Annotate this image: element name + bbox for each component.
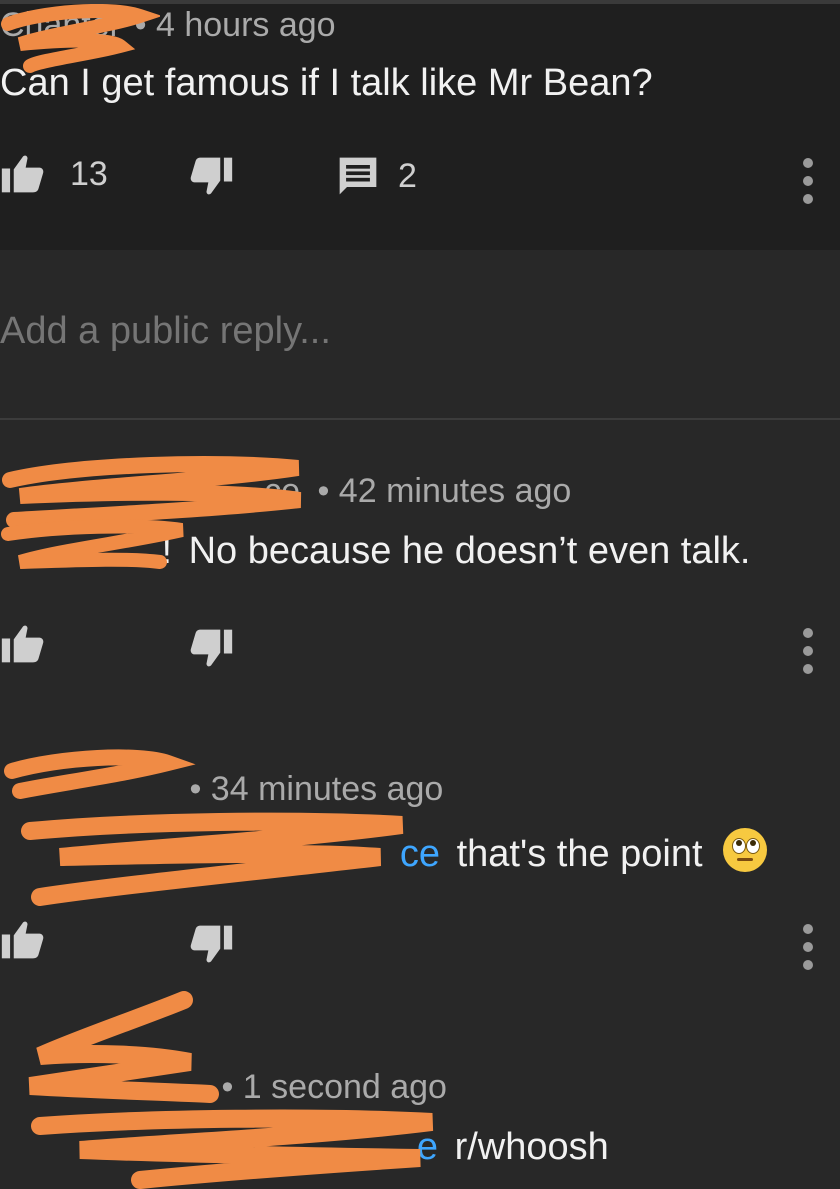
reply-box: [0, 250, 840, 420]
thumbs-up-icon: [0, 152, 44, 196]
more-vert-icon[interactable]: [801, 154, 815, 208]
mention-link[interactable]: ce: [0, 833, 440, 876]
thumbs-down-icon: [190, 626, 234, 670]
comment-text: Can I get famous if I talk like Mr Bean?: [0, 62, 653, 104]
comment-meta: Chantel • 4 hours ago: [0, 6, 336, 45]
reply-count: 2: [398, 156, 417, 195]
reply-text: e r/whoosh: [0, 1126, 609, 1169]
reply-timestamp: • 34 minutes ago: [189, 770, 444, 808]
reply-timestamp: • 42 minutes ago: [317, 472, 572, 510]
like-button[interactable]: [0, 622, 44, 666]
rolling-eyes-emoji-icon: [723, 828, 768, 872]
thumbs-down-icon: [190, 922, 234, 966]
reply-text: ! No because he doesn’t even talk.: [161, 530, 751, 572]
comment-icon: [336, 154, 380, 198]
comment-author[interactable]: Chantel: [0, 6, 117, 44]
dislike-button[interactable]: [190, 626, 234, 670]
dislike-button[interactable]: [190, 154, 234, 198]
reply-meta: ce • 42 minutes ago: [0, 472, 571, 511]
reply-timestamp: • 1 second ago: [221, 1068, 447, 1106]
reply-text: ce that's the point: [0, 828, 768, 876]
mention-link[interactable]: e: [0, 1126, 438, 1169]
comment-timestamp: • 4 hours ago: [134, 6, 336, 44]
parent-comment: Chantel • 4 hours ago Can I get famous i…: [0, 4, 840, 250]
like-button[interactable]: 13: [0, 152, 108, 196]
thumbs-up-icon: [0, 918, 44, 962]
thumbs-down-icon: [190, 154, 234, 198]
public-reply-input[interactable]: [0, 310, 700, 353]
thumbs-up-icon: [0, 622, 44, 666]
reply-meta: • 1 second ago: [0, 1068, 447, 1107]
more-vert-icon[interactable]: [801, 624, 815, 678]
reply-author[interactable]: ce: [0, 472, 300, 511]
reply-count-button[interactable]: 2: [336, 154, 417, 198]
like-count: 13: [70, 154, 108, 193]
dislike-button[interactable]: [190, 922, 234, 966]
reply-meta: • 34 minutes ago: [0, 770, 443, 809]
like-button[interactable]: [0, 918, 44, 962]
more-vert-icon[interactable]: [801, 920, 815, 974]
